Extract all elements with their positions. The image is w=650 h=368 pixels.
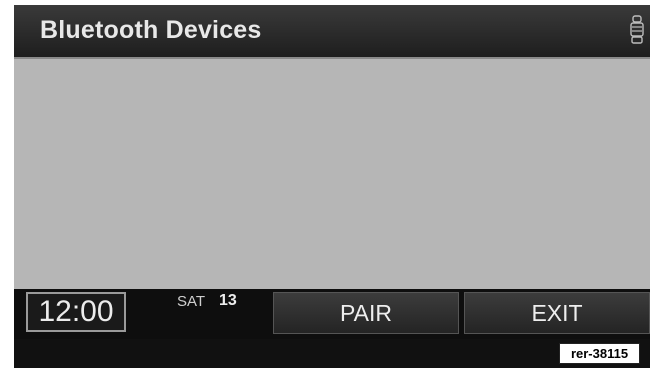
day-of-month: 13 (219, 292, 237, 309)
bottom-bar: 12:00 SAT 13 PAIR EXIT (14, 289, 650, 339)
page-title: Bluetooth Devices (40, 16, 262, 44)
figure-reference-label: rer-38115 (559, 343, 640, 364)
clock-button[interactable]: 12:00 (26, 292, 126, 332)
exit-button[interactable]: EXIT (464, 292, 650, 334)
radio-display: Bluetooth Devices 12:00 SAT 13 PAIR EXIT (14, 5, 650, 368)
device-list (14, 57, 650, 289)
title-bar: Bluetooth Devices (14, 5, 650, 57)
vehicle-seat-icon (630, 15, 644, 44)
pair-button[interactable]: PAIR (273, 292, 459, 334)
day-of-week: SAT (177, 293, 206, 310)
